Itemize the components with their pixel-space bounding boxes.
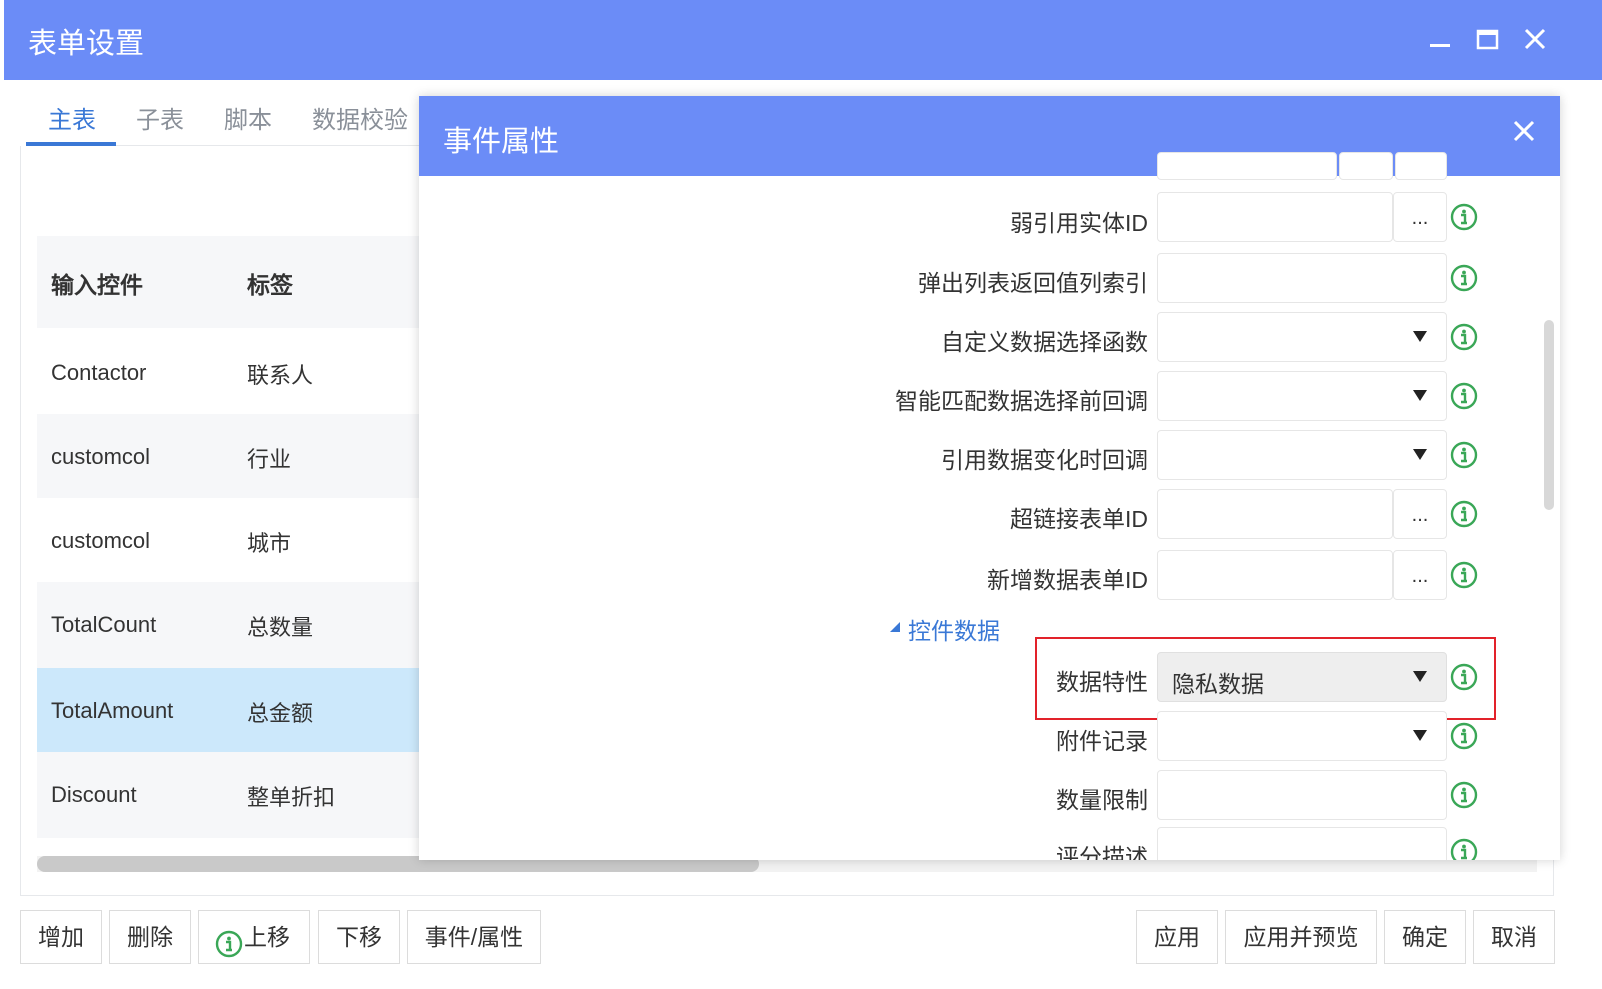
- table-row[interactable]: TotalCount 总数量: [37, 582, 437, 668]
- move-up-button[interactable]: 上移: [198, 910, 310, 964]
- header-control: 输入控件: [51, 272, 143, 298]
- table-row-selected[interactable]: TotalAmount 总金额: [37, 668, 437, 752]
- info-icon[interactable]: [1450, 382, 1478, 410]
- cell-label: 联系人: [247, 363, 314, 388]
- info-icon: [215, 924, 243, 976]
- field-label: 新增数据表单ID: [987, 567, 1148, 593]
- delete-button[interactable]: 删除: [109, 910, 191, 964]
- section-collapse-icon[interactable]: [888, 620, 902, 639]
- chevron-down-icon: [1412, 667, 1428, 688]
- tab-data-validation[interactable]: 数据校验: [312, 100, 408, 135]
- minimize-icon[interactable]: [1428, 28, 1452, 57]
- field-label: 引用数据变化时回调: [941, 447, 1148, 473]
- window-titlebar: 表单设置: [4, 0, 1602, 80]
- hyperlink-form-id-browse-button[interactable]: ...: [1393, 489, 1447, 539]
- info-icon[interactable]: [1450, 264, 1478, 292]
- move-down-button[interactable]: 下移: [318, 910, 400, 964]
- info-icon[interactable]: [1450, 500, 1478, 528]
- field-label: 智能匹配数据选择前回调: [895, 388, 1148, 414]
- popup-return-column-index-input[interactable]: [1157, 253, 1447, 303]
- cell-control: Contactor: [51, 360, 147, 385]
- info-icon[interactable]: [1450, 441, 1478, 469]
- clipped-input[interactable]: [1339, 152, 1393, 180]
- cell-label: 城市: [247, 531, 292, 556]
- new-data-form-id-input[interactable]: [1157, 550, 1393, 600]
- field-label: 自定义数据选择函数: [941, 329, 1148, 355]
- tab-active-indicator: [26, 142, 116, 146]
- cell-label: 总金额: [247, 701, 314, 726]
- cell-control: customcol: [51, 444, 151, 469]
- field-label: 附件记录: [1056, 728, 1148, 754]
- header-label: 标签: [247, 272, 293, 298]
- chevron-down-icon: [1412, 327, 1428, 348]
- quantity-limit-input[interactable]: [1157, 770, 1447, 820]
- field-label: 数据特性: [1056, 669, 1148, 695]
- event-properties-button[interactable]: 事件/属性: [407, 910, 541, 964]
- ref-data-change-callback-select[interactable]: [1157, 430, 1447, 480]
- rating-description-input[interactable]: [1157, 827, 1447, 860]
- chevron-down-icon: [1412, 386, 1428, 407]
- cell-label: 整单折扣: [247, 785, 336, 810]
- info-icon[interactable]: [1450, 838, 1478, 860]
- cell-control: TotalAmount: [51, 698, 174, 723]
- weak-ref-entity-id-browse-button[interactable]: ...: [1393, 192, 1447, 242]
- dialog-vertical-scrollbar[interactable]: [1544, 320, 1554, 510]
- cell-control: TotalCount: [51, 612, 157, 637]
- tab-subtable[interactable]: 子表: [136, 100, 184, 135]
- cancel-button[interactable]: 取消: [1473, 910, 1555, 964]
- tab-script[interactable]: 脚本: [224, 100, 272, 135]
- window-title: 表单设置: [28, 28, 145, 60]
- event-properties-dialog: 事件属性 弱引用实体ID ... 弹出列表返回值列索引 自定义数据选择函数 智能…: [419, 96, 1560, 860]
- table-row[interactable]: Discount 整单折扣: [37, 752, 437, 838]
- grid-header: 输入控件 标签: [37, 236, 437, 328]
- info-icon[interactable]: [1450, 323, 1478, 351]
- table-row[interactable]: customcol 城市: [37, 498, 437, 582]
- move-up-label: 上移: [244, 924, 290, 950]
- field-label: 弹出列表返回值列索引: [918, 270, 1148, 296]
- cell-label: 行业: [247, 447, 292, 472]
- tab-main[interactable]: 主表: [48, 100, 96, 135]
- info-icon[interactable]: [1450, 781, 1478, 809]
- custom-data-select-function-select[interactable]: [1157, 312, 1447, 362]
- section-title[interactable]: 控件数据: [908, 612, 1000, 646]
- maximize-icon[interactable]: [1476, 28, 1500, 57]
- chevron-down-icon: [1412, 726, 1428, 747]
- field-label: 超链接表单ID: [1010, 506, 1148, 532]
- chevron-down-icon: [1412, 445, 1428, 466]
- add-button[interactable]: 增加: [20, 910, 102, 964]
- clipped-input[interactable]: [1395, 152, 1447, 180]
- cell-control: Discount: [51, 782, 137, 807]
- hyperlink-form-id-input[interactable]: [1157, 489, 1393, 539]
- data-feature-select[interactable]: 隐私数据: [1157, 652, 1447, 702]
- smart-match-before-select-callback-select[interactable]: [1157, 371, 1447, 421]
- attachment-record-select[interactable]: [1157, 711, 1447, 761]
- info-icon[interactable]: [1450, 663, 1478, 691]
- new-data-form-id-browse-button[interactable]: ...: [1393, 550, 1447, 600]
- info-icon[interactable]: [1450, 722, 1478, 750]
- weak-ref-entity-id-input[interactable]: [1157, 192, 1393, 242]
- table-row[interactable]: customcol 行业: [37, 414, 437, 498]
- clipped-input[interactable]: [1157, 152, 1337, 180]
- table-row[interactable]: Contactor 联系人: [37, 330, 437, 414]
- apply-and-preview-button[interactable]: 应用并预览: [1225, 910, 1377, 964]
- field-label: 弱引用实体ID: [1010, 210, 1148, 236]
- apply-button[interactable]: 应用: [1136, 910, 1218, 964]
- dialog-title: 事件属性: [443, 126, 560, 158]
- close-icon[interactable]: [1522, 26, 1548, 57]
- cell-label: 总数量: [247, 615, 314, 640]
- field-label: 数量限制: [1056, 787, 1148, 813]
- cell-control: customcol: [51, 528, 151, 553]
- data-feature-value: 隐私数据: [1172, 671, 1264, 697]
- info-icon[interactable]: [1450, 203, 1478, 231]
- dialog-close-icon[interactable]: [1511, 118, 1537, 152]
- field-label: 评分描述: [1056, 844, 1148, 860]
- info-icon[interactable]: [1450, 561, 1478, 589]
- ok-button[interactable]: 确定: [1384, 910, 1466, 964]
